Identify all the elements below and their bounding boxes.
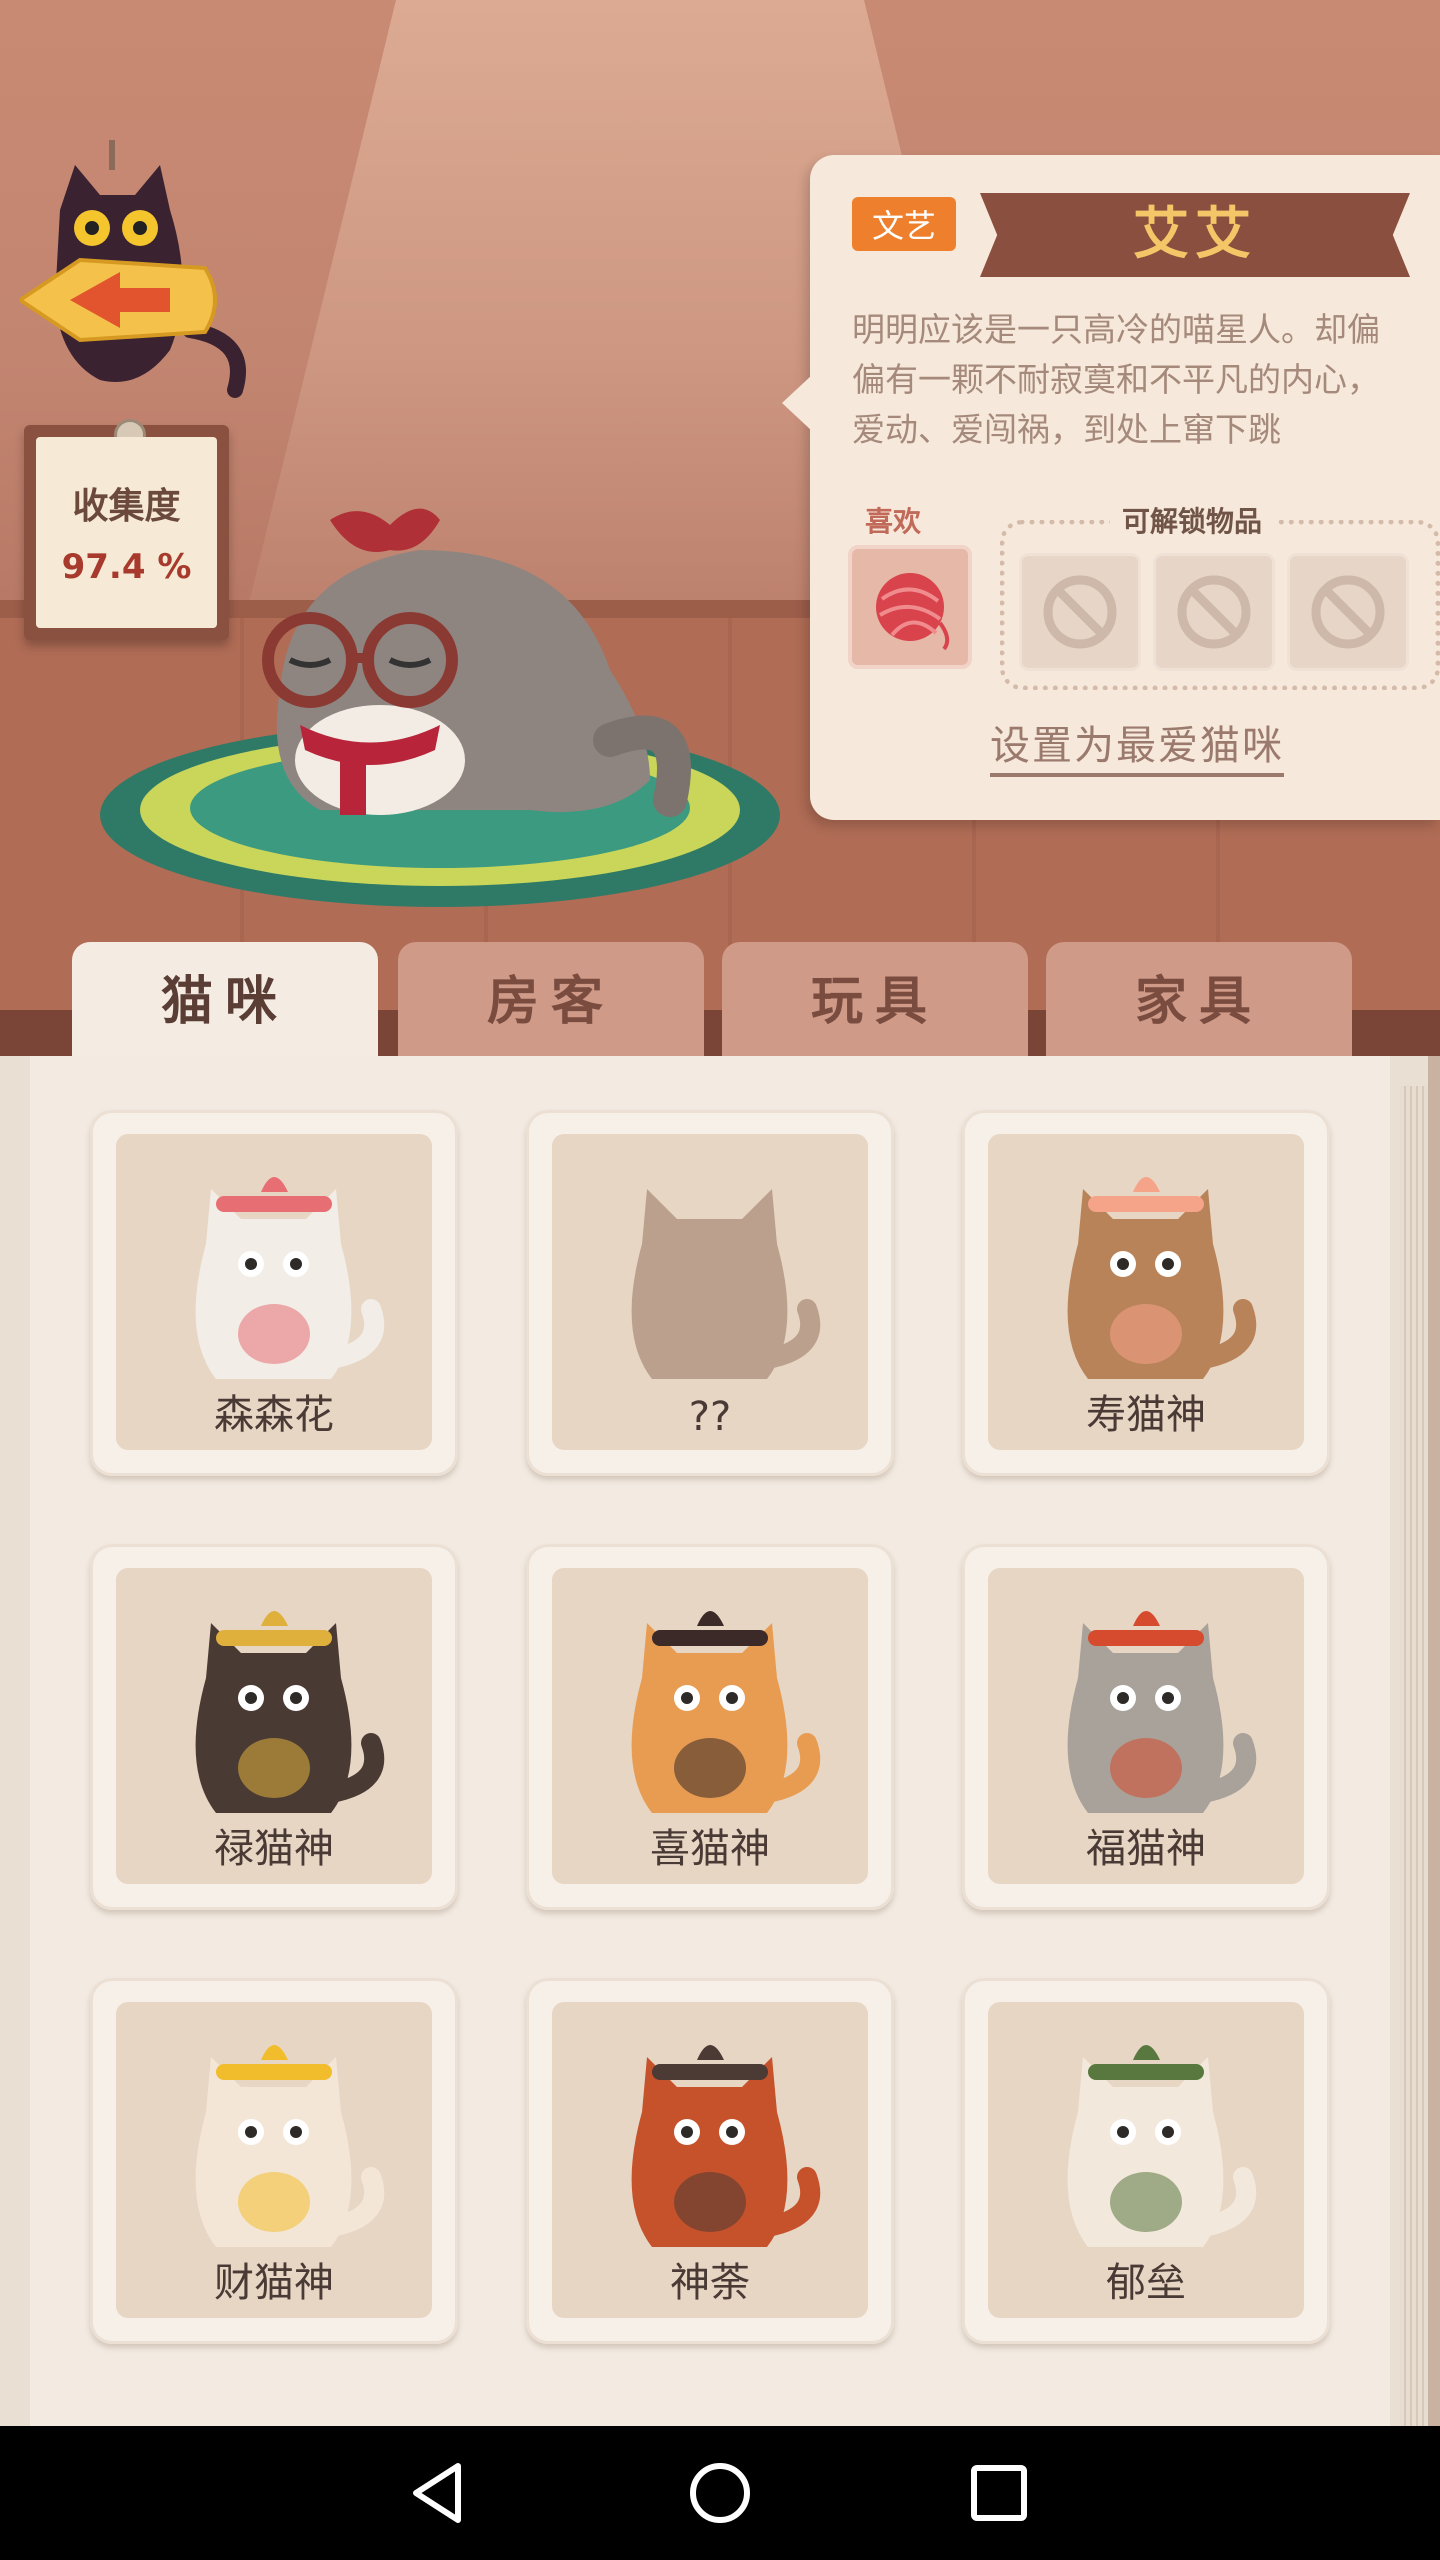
cat-card-frame: 神荼 (552, 2002, 868, 2318)
cat-card[interactable]: ?? (526, 1110, 894, 1476)
cat-card-name: 森森花 (214, 1392, 334, 1438)
cat-portrait-icon (116, 1568, 432, 1838)
cat-card-frame: 禄猫神 (116, 1568, 432, 1884)
cat-card[interactable]: 禄猫神 (90, 1544, 458, 1910)
cat-card-frame: 财猫神 (116, 2002, 432, 2318)
cat-card[interactable]: 财猫神 (90, 1978, 458, 2344)
liked-item[interactable] (848, 545, 972, 669)
back-cat-icon (16, 140, 246, 398)
cat-card-name: 福猫神 (1086, 1826, 1206, 1872)
cat-card-name: 财猫神 (214, 2260, 334, 2306)
cat-info-panel: 文艺 艾艾 明明应该是一只高冷的喵星人。却偏偏有一颗不耐寂寞和不平凡的内心，爱动… (782, 155, 1440, 820)
home-nav-icon[interactable] (675, 2448, 765, 2538)
cat-card-frame: 福猫神 (988, 1568, 1304, 1884)
cat-portrait-icon (552, 1134, 868, 1404)
cat-portrait-icon (988, 2002, 1304, 2272)
tab-cats[interactable]: 猫咪 (72, 942, 378, 1074)
cat-on-rug-illustration (100, 508, 780, 907)
cat-portrait-icon (552, 2002, 868, 2272)
tab-label: 玩具 (810, 972, 939, 1032)
cat-card-frame: 森森花 (116, 1134, 432, 1450)
back-nav-icon[interactable] (396, 2448, 486, 2538)
cat-card-frame: 郁垒 (988, 2002, 1304, 2318)
cat-portrait-icon (116, 1134, 432, 1404)
cat-card[interactable]: 寿猫神 (962, 1110, 1330, 1476)
unlock-label: 可解锁物品 (1110, 500, 1275, 540)
tab-label: 家具 (1134, 972, 1263, 1032)
cat-card[interactable]: 喜猫神 (526, 1544, 894, 1910)
cat-card[interactable]: 郁垒 (962, 1978, 1330, 2344)
cat-name: 艾艾 (1133, 202, 1257, 267)
cat-card-name: 郁垒 (1106, 2260, 1186, 2306)
tab-toys[interactable]: 玩具 (722, 942, 1028, 1062)
cat-card-frame: ?? (552, 1134, 868, 1450)
recents-nav-icon[interactable] (954, 2448, 1044, 2538)
unlockable-items (1000, 520, 1440, 690)
tab-furniture[interactable]: 家具 (1046, 942, 1352, 1062)
unlock-slot[interactable] (1019, 553, 1141, 671)
set-favorite-button[interactable]: 设置为最爱猫咪 (990, 713, 1284, 777)
panel-pointer (782, 375, 812, 431)
cat-card[interactable]: 森森花 (90, 1110, 458, 1476)
cat-name-banner: 艾艾 (980, 193, 1410, 277)
cat-card[interactable]: 神荼 (526, 1978, 894, 2344)
personality-tag: 文艺 (852, 197, 957, 251)
book-spine (1428, 1056, 1440, 2426)
cat-card-name: 禄猫神 (214, 1826, 334, 1872)
cat-card-name: ?? (688, 1394, 732, 1440)
yarn-ball-icon (876, 573, 950, 651)
tab-guests[interactable]: 房客 (398, 942, 704, 1062)
back-button[interactable] (16, 140, 260, 400)
cat-card-frame: 喜猫神 (552, 1568, 868, 1884)
system-nav-bar (0, 2426, 1440, 2560)
cat-card-name: 神荼 (670, 2260, 750, 2306)
cat-portrait-icon (988, 1134, 1304, 1404)
cat-description: 明明应该是一只高冷的喵星人。却偏偏有一颗不耐寂寞和不平凡的内心，爱动、爱闯祸，到… (852, 310, 1380, 449)
tab-label: 猫咪 (160, 972, 289, 1032)
cat-card[interactable]: 福猫神 (962, 1544, 1330, 1910)
tab-label: 房客 (486, 972, 615, 1032)
cat-portrait-icon (116, 2002, 432, 2272)
locked-icon (1043, 575, 1117, 649)
cat-card-frame: 寿猫神 (988, 1134, 1304, 1450)
unlock-slot[interactable] (1287, 553, 1409, 671)
cat-card-name: 喜猫神 (650, 1826, 770, 1872)
likes-label: 喜欢 (865, 505, 922, 538)
cat-portrait-icon (988, 1568, 1304, 1838)
locked-icon (1177, 575, 1251, 649)
locked-icon (1311, 575, 1385, 649)
unlock-slot[interactable] (1153, 553, 1275, 671)
collection-book: 森森花?? 寿猫神禄猫神 喜猫神 福猫神财猫神 神荼 郁垒 (0, 1056, 1440, 2426)
featured-cat[interactable] (90, 480, 810, 920)
cat-portrait-icon (552, 1568, 868, 1838)
book-page-edges (1400, 1086, 1430, 2426)
cat-card-name: 寿猫神 (1086, 1392, 1206, 1438)
